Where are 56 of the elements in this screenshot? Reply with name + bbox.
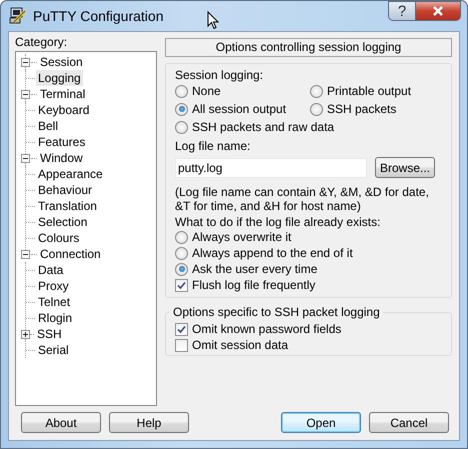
group-title: Options specific to SSH packet logging <box>170 305 383 319</box>
tree-item[interactable]: Window <box>38 150 85 166</box>
check-icon <box>177 280 186 290</box>
tree-item[interactable]: Behaviour <box>36 182 94 198</box>
checkbox-option[interactable]: Omit session data <box>175 337 288 353</box>
dialog-button[interactable]: About <box>21 412 101 433</box>
tree-item[interactable]: SSH <box>35 326 64 342</box>
tree-item[interactable]: Selection <box>36 214 90 230</box>
expand-icon[interactable] <box>21 330 30 338</box>
tree-item[interactable]: Session <box>38 54 85 70</box>
browse-button[interactable]: Browse... <box>375 157 435 178</box>
radio-option[interactable]: Always overwrite it <box>175 229 292 245</box>
app-icon <box>9 7 27 25</box>
radio-option[interactable]: Ask the user every time <box>175 261 318 277</box>
radio-option[interactable]: Printable output <box>310 83 412 99</box>
tree-item[interactable]: Colours <box>36 230 82 246</box>
tree-item[interactable]: Features <box>36 134 88 150</box>
collapse-icon[interactable] <box>21 154 30 162</box>
tree-item[interactable]: Keyboard <box>36 102 92 118</box>
collapse-icon[interactable] <box>21 58 30 66</box>
dialog-button[interactable]: Open <box>281 412 361 433</box>
field-label: Log file name: <box>175 139 252 153</box>
radio-option[interactable]: SSH packets and raw data <box>175 119 334 135</box>
section-label: What to do if the log file already exists: <box>175 215 382 229</box>
tree-item[interactable]: Proxy <box>36 278 71 294</box>
window-title: PuTTY Configuration <box>33 8 164 24</box>
dialog-button[interactable]: Cancel <box>369 412 449 433</box>
checkbox-option[interactable]: Omit known password fields <box>175 321 342 337</box>
close-button[interactable] <box>415 1 461 21</box>
tree-item[interactable]: Connection <box>38 246 103 262</box>
filename-field[interactable]: putty.log <box>175 158 367 178</box>
help-button[interactable]: ? <box>388 1 415 21</box>
tree-item[interactable]: Telnet <box>36 294 72 310</box>
tree-item[interactable]: Data <box>36 262 66 278</box>
radio-option[interactable]: SSH packets <box>310 101 396 117</box>
tree-item[interactable]: Appearance <box>36 166 105 182</box>
radio-option[interactable]: None <box>175 83 221 99</box>
tree-item[interactable]: Terminal <box>38 86 88 102</box>
checkbox-option[interactable]: Flush log file frequently <box>175 277 316 293</box>
collapse-icon[interactable] <box>21 250 30 258</box>
check-icon <box>177 324 186 334</box>
tree-item[interactable]: Bell <box>36 118 60 134</box>
hint-text: (Log file name can contain &Y, &M, &D for date, &T for time, and &H for host name) <box>175 185 430 213</box>
section-label: Session logging: <box>175 68 264 82</box>
dialog-button[interactable]: Help <box>109 412 189 433</box>
tree-item[interactable]: Serial <box>36 342 71 358</box>
cursor-icon <box>207 11 219 30</box>
tree-item[interactable]: Rlogin <box>36 310 74 326</box>
tree-item[interactable]: Logging <box>36 70 83 86</box>
close-icon <box>432 6 444 16</box>
category-label: Category: <box>15 36 68 51</box>
panel-header: Options controlling session logging <box>165 38 452 57</box>
radio-option[interactable]: All session output <box>175 101 286 117</box>
tree-item[interactable]: Translation <box>36 198 99 214</box>
collapse-icon[interactable] <box>21 90 30 98</box>
radio-option[interactable]: Always append to the end of it <box>175 245 353 261</box>
